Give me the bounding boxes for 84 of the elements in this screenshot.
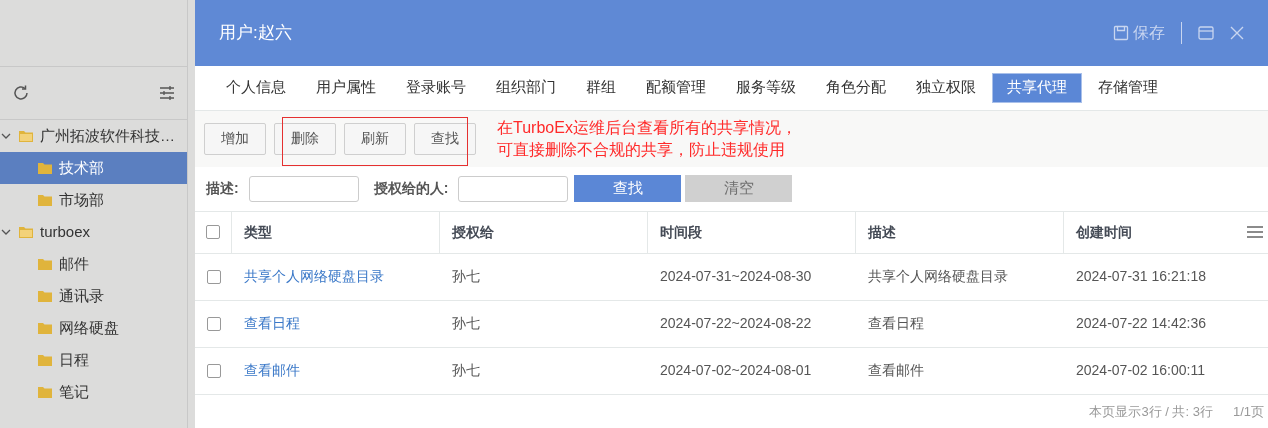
tab[interactable]: 角色分配 bbox=[812, 72, 900, 103]
table-cell: 孙七 bbox=[452, 268, 480, 285]
tab[interactable]: 登录账号 bbox=[392, 72, 480, 103]
toolbar-button[interactable]: 删除 bbox=[274, 122, 336, 155]
tree-label: 笔记 bbox=[59, 381, 89, 402]
column-header: 时间段 bbox=[660, 222, 702, 242]
page-indicator: 1/1页 bbox=[1232, 402, 1264, 421]
tab[interactable]: 个人信息 bbox=[212, 72, 300, 103]
table-cell: 2024-07-22~2024-08-22 bbox=[660, 315, 812, 332]
type-link[interactable]: 查看邮件 bbox=[244, 362, 300, 379]
folder-icon bbox=[18, 225, 34, 239]
checkbox[interactable] bbox=[206, 363, 221, 378]
column-header: 授权给 bbox=[452, 222, 494, 242]
tab[interactable]: 共享代理 bbox=[992, 72, 1082, 103]
row-count-text: 本页显示3行 / 共: 3行 bbox=[1089, 402, 1213, 421]
table-cell: 查看邮件 bbox=[868, 362, 924, 379]
column-header: 类型 bbox=[244, 222, 272, 242]
input-field[interactable] bbox=[248, 175, 359, 202]
tab[interactable]: 服务等级 bbox=[722, 72, 810, 103]
folder-icon bbox=[37, 289, 53, 303]
field-label: 授权给的人: bbox=[373, 179, 449, 199]
folder-icon bbox=[37, 353, 53, 367]
toolbar-button[interactable]: 增加 bbox=[204, 122, 266, 155]
folder-icon bbox=[37, 257, 53, 271]
tree-label: 市场部 bbox=[59, 189, 104, 210]
folder-icon bbox=[18, 129, 34, 143]
tree-label: 技术部 bbox=[59, 157, 104, 178]
input-field[interactable] bbox=[458, 175, 569, 202]
table-cell: 查看日程 bbox=[868, 315, 924, 332]
tree-label: 日程 bbox=[59, 349, 89, 370]
folder-icon bbox=[37, 193, 53, 207]
folder-icon bbox=[37, 161, 53, 175]
field-label: 描述: bbox=[206, 179, 239, 199]
tree-item[interactable]: turboex bbox=[0, 216, 187, 248]
toolbar-button[interactable]: 刷新 bbox=[344, 122, 406, 155]
tree-item[interactable]: 日程 bbox=[0, 344, 187, 376]
menu-icon[interactable] bbox=[1247, 226, 1263, 239]
tab[interactable]: 配额管理 bbox=[632, 72, 720, 103]
tree-label: turboex bbox=[40, 221, 91, 242]
tree-label: 网络硬盘 bbox=[59, 317, 119, 338]
type-link[interactable]: 查看日程 bbox=[244, 315, 300, 332]
tree-label: 广州拓波软件科技… bbox=[40, 125, 175, 146]
tree-item[interactable]: 网络硬盘 bbox=[0, 312, 187, 344]
type-link[interactable]: 共享个人网络硬盘目录 bbox=[244, 268, 384, 285]
table-cell: 2024-07-31 16:21:18 bbox=[1076, 268, 1206, 285]
checkbox[interactable] bbox=[206, 316, 221, 331]
tree-item[interactable]: 笔记 bbox=[0, 376, 187, 408]
table-cell: 2024-07-31~2024-08-30 bbox=[660, 268, 812, 285]
column-header: 描述 bbox=[868, 222, 896, 242]
tree-label: 通讯录 bbox=[59, 285, 104, 306]
annotation-text: 在TurboEx运维后台查看所有的共享情况， bbox=[497, 117, 797, 138]
tree-item[interactable]: 邮件 bbox=[0, 248, 187, 280]
tab[interactable]: 用户属性 bbox=[302, 72, 390, 103]
table-cell: 孙七 bbox=[452, 362, 480, 379]
tree-item[interactable]: 通讯录 bbox=[0, 280, 187, 312]
tab[interactable]: 群组 bbox=[572, 72, 630, 103]
refresh-icon[interactable] bbox=[12, 84, 30, 102]
table-cell: 共享个人网络硬盘目录 bbox=[868, 268, 1008, 285]
settings-sliders-icon[interactable] bbox=[159, 86, 175, 100]
table-cell: 孙七 bbox=[452, 315, 480, 332]
checkbox[interactable] bbox=[206, 225, 220, 240]
folder-icon bbox=[37, 321, 53, 335]
annotation-text: 可直接删除不合规的共享，防止违规使用 bbox=[497, 139, 786, 160]
tree-item[interactable]: 市场部 bbox=[0, 184, 187, 216]
folder-icon bbox=[37, 385, 53, 399]
column-header: 创建时间 bbox=[1076, 222, 1132, 242]
window-restore-icon[interactable] bbox=[1198, 25, 1214, 40]
table-cell: 2024-07-02~2024-08-01 bbox=[660, 362, 812, 379]
table-cell: 2024-07-02 16:00:11 bbox=[1076, 362, 1205, 379]
tab[interactable]: 存储管理 bbox=[1084, 72, 1172, 103]
tab[interactable]: 独立权限 bbox=[902, 72, 990, 103]
table-cell: 2024-07-22 14:42:36 bbox=[1076, 315, 1206, 332]
toolbar-button[interactable]: 查找 bbox=[414, 122, 476, 155]
tree-label: 邮件 bbox=[59, 253, 89, 274]
chevron-icon[interactable] bbox=[0, 228, 12, 236]
tab[interactable]: 组织部门 bbox=[482, 72, 570, 103]
dialog-title: 用户:赵六 bbox=[219, 22, 292, 45]
tree-item[interactable]: 技术部 bbox=[0, 152, 187, 184]
close-icon[interactable] bbox=[1230, 25, 1244, 40]
search-button[interactable]: 查找 bbox=[574, 175, 682, 203]
save-icon bbox=[1113, 24, 1129, 41]
checkbox[interactable] bbox=[206, 269, 221, 284]
chevron-icon[interactable] bbox=[0, 132, 12, 140]
tree-item[interactable]: 广州拓波软件科技… bbox=[0, 120, 187, 152]
